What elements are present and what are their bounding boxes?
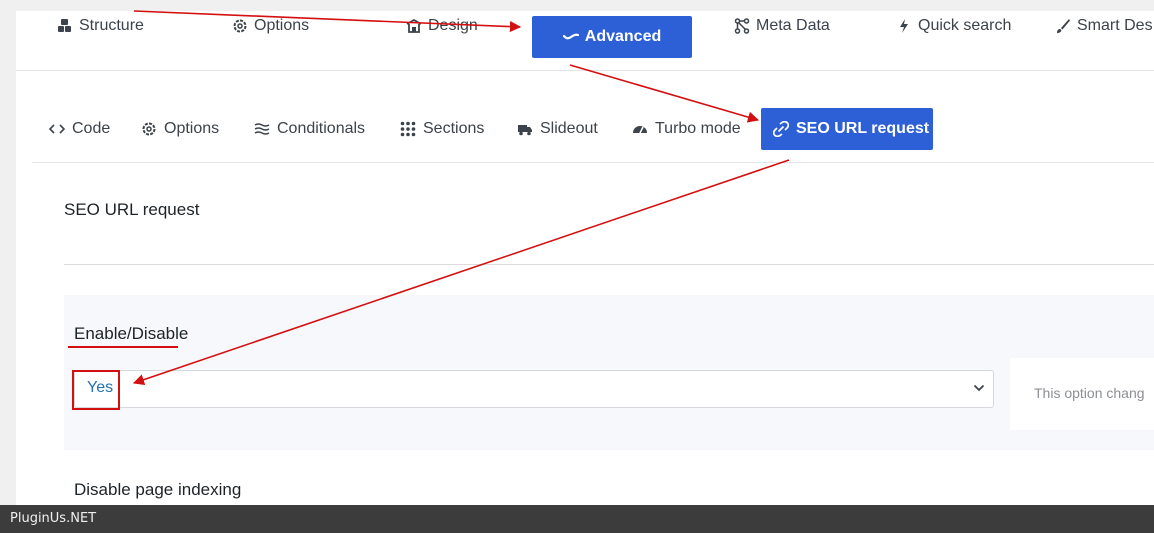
subtab-options[interactable]: Options <box>141 108 219 150</box>
subtab-label: Slideout <box>540 120 598 137</box>
tab-label: Meta Data <box>756 17 830 34</box>
option-label: Enable/Disable <box>74 324 189 343</box>
gear-icon <box>233 19 247 33</box>
tab-structure[interactable]: Structure <box>57 5 144 47</box>
design-icon <box>406 18 422 33</box>
tab-smart-design[interactable]: Smart Des <box>1055 5 1153 47</box>
tab-meta-data[interactable]: Meta Data <box>734 5 830 47</box>
tab-label: Options <box>254 17 310 34</box>
bolt-icon <box>900 19 908 33</box>
subtab-conditionals[interactable]: Conditionals <box>254 108 365 150</box>
sub-tab-divider <box>32 162 1154 163</box>
enable-disable-select[interactable] <box>74 370 994 408</box>
tab-advanced[interactable]: Advanced <box>532 16 692 58</box>
waves-icon <box>254 123 270 135</box>
subtab-sections[interactable]: Sections <box>400 108 484 150</box>
tab-options[interactable]: Options <box>232 5 309 47</box>
tab-label: Design <box>428 17 478 34</box>
subtab-seo-url-request[interactable]: SEO URL request <box>761 108 933 150</box>
watermark-footer: PluginUs.NET <box>0 505 1154 533</box>
subtab-label: Code <box>72 120 111 137</box>
gear-icon <box>142 122 156 136</box>
gauge-icon <box>633 126 647 134</box>
subtab-turbo-mode[interactable]: Turbo mode <box>632 108 741 150</box>
brush-icon <box>1057 19 1070 33</box>
tab-label: Structure <box>79 17 144 34</box>
annotation-highlight-box <box>72 370 120 410</box>
footer-text: PluginUs.NET <box>10 511 97 526</box>
section-title: SEO URL request <box>64 200 200 219</box>
option-label-disable-indexing: Disable page indexing <box>74 480 242 499</box>
truck-icon <box>518 125 532 136</box>
nodes-icon <box>734 18 750 34</box>
tab-label: Advanced <box>584 28 662 45</box>
section-divider <box>64 264 1154 265</box>
tab-design[interactable]: Design <box>406 5 478 47</box>
tab-label: Smart Des <box>1077 17 1153 34</box>
tab-quick-search[interactable]: Quick search <box>896 5 1011 47</box>
subtab-slideout[interactable]: Slideout <box>517 108 598 150</box>
link-icon <box>773 121 789 137</box>
subtab-label: Sections <box>423 120 485 137</box>
subtab-label: Conditionals <box>277 120 366 137</box>
tab-label: Quick search <box>918 17 1012 34</box>
subtab-label: Options <box>164 120 220 137</box>
grid-icon <box>400 121 416 137</box>
chevron-down-icon <box>973 384 985 392</box>
cubes-icon <box>58 19 71 32</box>
subtab-code[interactable]: Code <box>49 108 110 150</box>
annotation-underline <box>68 346 178 348</box>
wave-icon <box>562 33 579 40</box>
option-hint: This option chang <box>1034 385 1145 401</box>
code-icon <box>49 124 65 134</box>
subtab-label: SEO URL request <box>796 120 930 137</box>
subtab-label: Turbo mode <box>655 120 741 137</box>
